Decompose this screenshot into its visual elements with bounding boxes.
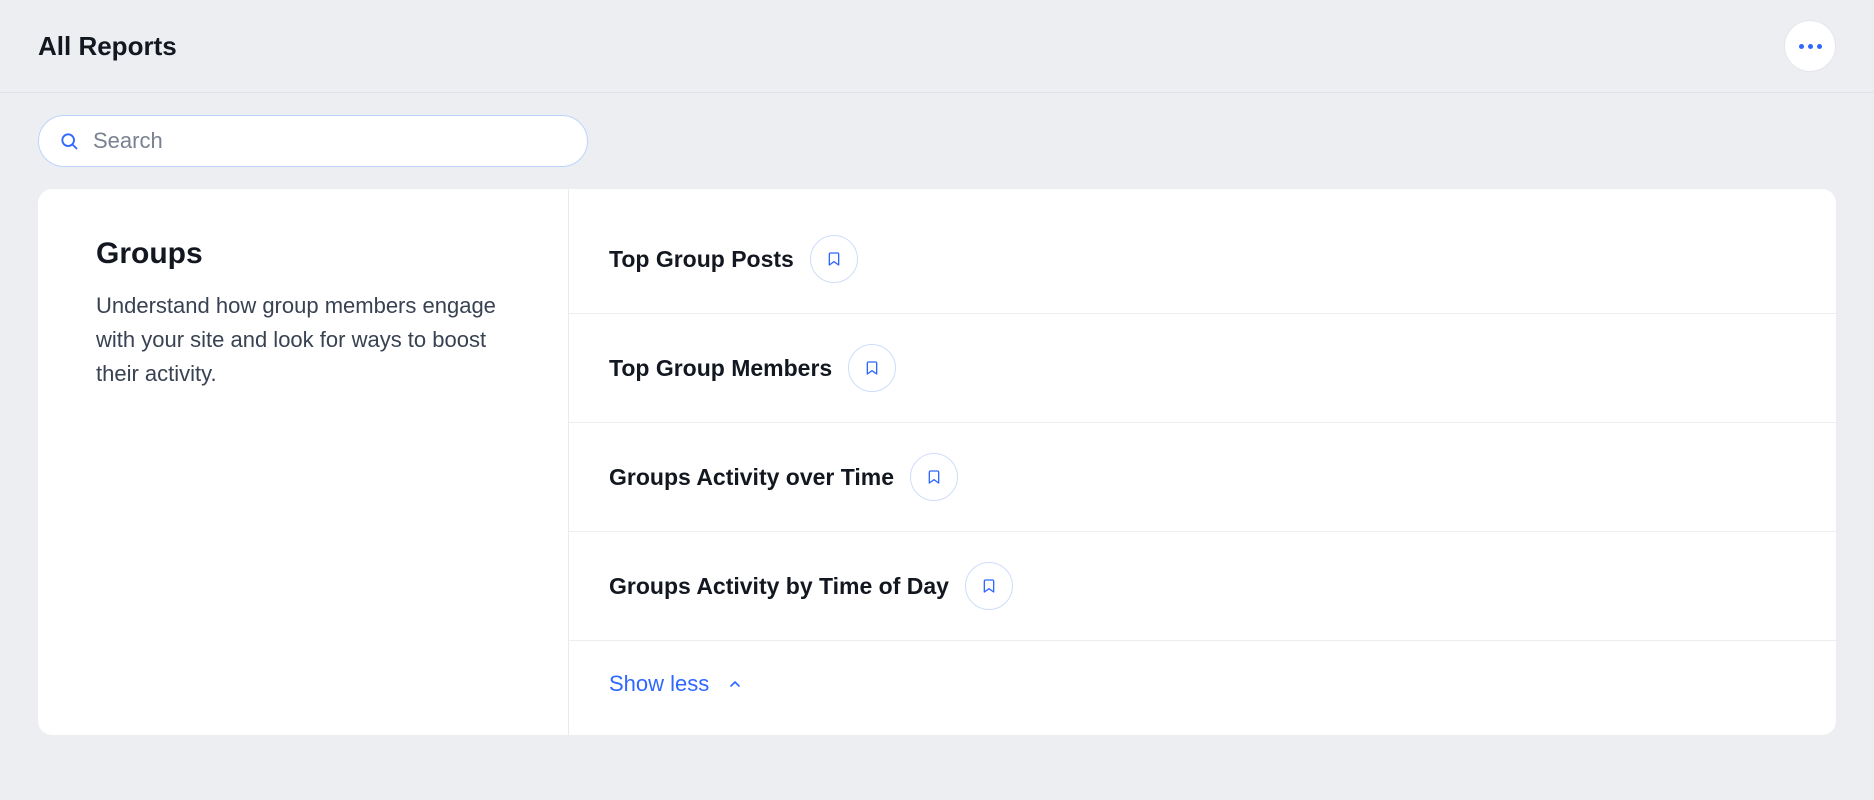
more-horizontal-icon bbox=[1799, 44, 1822, 49]
chevron-up-icon bbox=[727, 676, 743, 692]
bookmark-icon bbox=[826, 250, 842, 268]
report-row[interactable]: Groups Activity over Time bbox=[569, 423, 1836, 532]
search-icon bbox=[59, 131, 79, 151]
page-title: All Reports bbox=[38, 31, 177, 62]
bookmark-button[interactable] bbox=[965, 562, 1013, 610]
bookmark-button[interactable] bbox=[910, 453, 958, 501]
bookmark-icon bbox=[981, 577, 997, 595]
search-box[interactable] bbox=[38, 115, 588, 167]
report-title: Top Group Members bbox=[609, 355, 832, 382]
section-info: Groups Understand how group members enga… bbox=[38, 189, 568, 735]
bookmark-icon bbox=[864, 359, 880, 377]
report-row[interactable]: Top Group Posts bbox=[569, 197, 1836, 314]
report-title: Groups Activity over Time bbox=[609, 464, 894, 491]
search-container bbox=[0, 93, 1874, 189]
report-row[interactable]: Groups Activity by Time of Day bbox=[569, 532, 1836, 641]
report-row[interactable]: Top Group Members bbox=[569, 314, 1836, 423]
more-options-button[interactable] bbox=[1784, 20, 1836, 72]
bookmark-button[interactable] bbox=[810, 235, 858, 283]
page-header: All Reports bbox=[0, 0, 1874, 93]
section-description: Understand how group members engage with… bbox=[96, 289, 528, 391]
report-title: Top Group Posts bbox=[609, 246, 794, 273]
show-less-button[interactable]: Show less bbox=[569, 641, 1836, 735]
reports-list: Top Group Posts Top Group Members Groups… bbox=[568, 189, 1836, 735]
search-input[interactable] bbox=[93, 128, 567, 154]
bookmark-button[interactable] bbox=[848, 344, 896, 392]
section-title: Groups bbox=[96, 237, 528, 271]
bookmark-icon bbox=[926, 468, 942, 486]
reports-card: Groups Understand how group members enga… bbox=[38, 189, 1836, 735]
show-less-label: Show less bbox=[609, 671, 709, 697]
report-title: Groups Activity by Time of Day bbox=[609, 573, 949, 600]
